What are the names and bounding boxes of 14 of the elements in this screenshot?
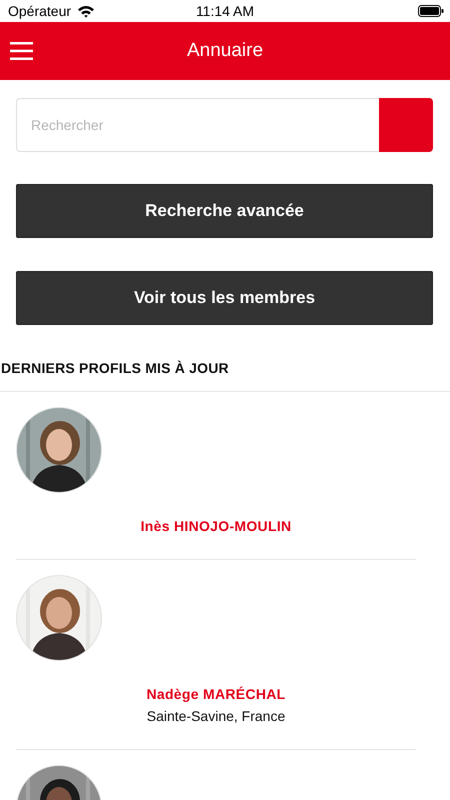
- clock-time: 11:14 AM: [196, 3, 254, 19]
- wifi-icon: [77, 4, 96, 18]
- section-heading: DERNIERS PROFILS MIS À JOUR: [1, 360, 230, 378]
- battery-icon: [418, 5, 444, 17]
- member-name[interactable]: Inès HINOJO-MOULIN: [140, 518, 292, 534]
- member-name[interactable]: Nadège MARÉCHAL: [146, 686, 286, 702]
- action-button[interactable]: Recherche avancée: [16, 184, 433, 238]
- member-location: Sainte-Savine, France: [146, 708, 286, 724]
- menu-button[interactable]: [10, 42, 33, 60]
- action-button[interactable]: Voir tous les membres: [16, 271, 433, 325]
- page-title: Annuaire: [186, 40, 264, 62]
- menu-icon: [10, 42, 33, 60]
- carrier-name: Opérateur: [8, 3, 72, 19]
- search-field[interactable]: Rechercher: [16, 98, 379, 152]
